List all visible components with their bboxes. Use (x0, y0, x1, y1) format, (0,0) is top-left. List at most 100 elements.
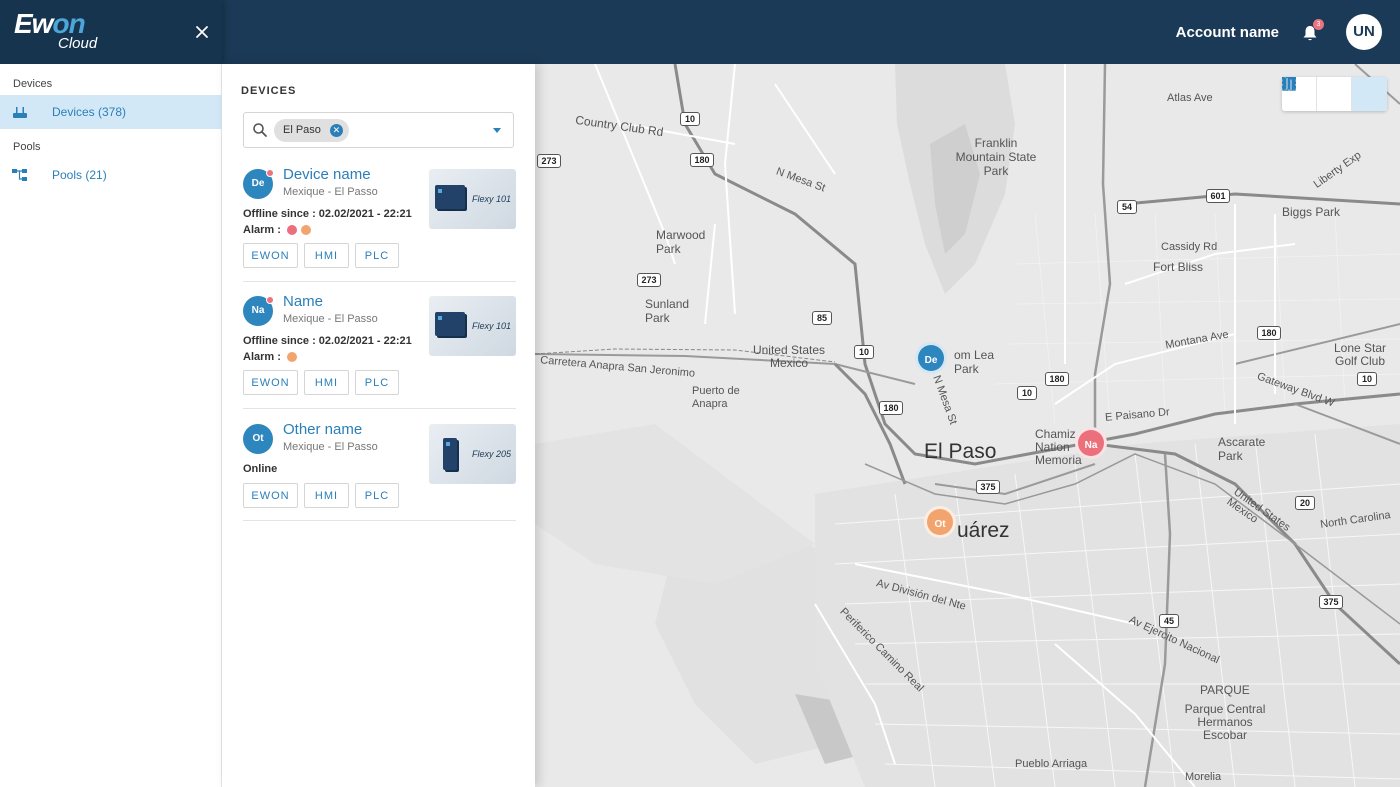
logo-sub: Cloud (58, 35, 98, 52)
highway-shield: 20 (1295, 496, 1315, 510)
device-image (435, 312, 465, 336)
remove-chip-icon[interactable]: ✕ (329, 124, 343, 137)
alarm-label: Alarm : (243, 224, 281, 236)
device-name-link[interactable]: Device name (283, 166, 371, 183)
highway-shield: 45 (1159, 614, 1179, 628)
map-label: Sunland Park (645, 297, 690, 325)
sidebar-item-label: Devices (378) (52, 105, 127, 119)
alarm-status-dot (266, 169, 274, 177)
hierarchy-icon (12, 167, 30, 183)
device-location: Mexique - El Passo (283, 313, 378, 325)
device-actions: EWON HMI PLC (243, 483, 399, 508)
devices-panel: DEVICES El Paso ✕ De Device name Mexique… (222, 64, 535, 787)
device-name-link[interactable]: Other name (283, 421, 362, 438)
highway-shield: 180 (690, 153, 714, 167)
device-thumbnail: Flexy 101 (429, 169, 516, 229)
map-label: Morelia (1185, 771, 1222, 783)
highway-shield: 54 (1117, 200, 1137, 214)
highway-shield: 10 (854, 345, 874, 359)
ewon-button[interactable]: EWON (243, 243, 298, 268)
sidebar: Devices Devices (378) Pools Pools (21) (0, 64, 222, 787)
map-marker-device[interactable]: Na (1075, 427, 1107, 459)
map-label: Franklin Mountain State Park (955, 136, 1037, 178)
map-label: Lone Star Golf Club (1333, 341, 1387, 368)
device-alarm: Alarm : (243, 224, 311, 236)
map-label: PARQUE (1200, 683, 1250, 697)
highway-shield: 375 (976, 480, 1000, 494)
device-location: Mexique - El Passo (283, 441, 378, 453)
highway-shield: 601 (1206, 189, 1230, 203)
device-status: Offline since : 02.02/2021 - 22:21 (243, 208, 412, 220)
logo-area: Ewon Cloud (0, 0, 222, 64)
map-label: Cassidy Rd (1161, 241, 1218, 253)
notification-badge: 3 (1313, 19, 1324, 30)
highway-shield: 10 (1017, 386, 1037, 400)
device-model: Flexy 101 (472, 194, 512, 204)
plc-button[interactable]: PLC (355, 370, 399, 395)
device-card: Ot Other name Mexique - El Passo Online … (243, 421, 516, 521)
close-icon[interactable] (192, 22, 212, 42)
highway-shield: 10 (680, 112, 700, 126)
list-view-button[interactable] (1282, 77, 1352, 111)
user-avatar[interactable]: UN (1346, 14, 1382, 50)
device-card: De Device name Mexique - El Passo Offlin… (243, 166, 516, 282)
search-icon (253, 123, 267, 137)
device-thumbnail: Flexy 205 (429, 424, 516, 484)
filter-chip: El Paso ✕ (274, 119, 349, 142)
view-toggle (1282, 77, 1387, 111)
map-icon (1283, 78, 1295, 90)
hmi-button[interactable]: HMI (304, 370, 349, 395)
plc-button[interactable]: PLC (355, 243, 399, 268)
device-model: Flexy 205 (472, 449, 512, 459)
map-marker-device[interactable]: De (915, 342, 947, 374)
map-label: Atlas Ave (1167, 92, 1213, 104)
sidebar-item-pools[interactable]: Pools (21) (0, 158, 222, 192)
map-label: Fort Bliss (1153, 260, 1204, 274)
device-actions: EWON HMI PLC (243, 243, 399, 268)
device-image (435, 185, 465, 209)
highway-shield: 180 (879, 401, 903, 415)
search-input[interactable]: El Paso ✕ (243, 112, 514, 148)
alarm-label: Alarm : (243, 351, 281, 363)
plc-button[interactable]: PLC (355, 483, 399, 508)
map-label-el-paso: El Paso (924, 440, 997, 463)
chevron-down-icon[interactable] (493, 128, 501, 133)
router-icon (12, 104, 30, 120)
map-label: Parque Central Hermanos Escobar (1184, 702, 1266, 742)
alarm-dot-orange (300, 225, 311, 235)
ewon-cloud-logo[interactable]: Ewon Cloud (14, 8, 98, 53)
sidebar-item-devices[interactable]: Devices (378) (0, 95, 222, 129)
highway-shield: 180 (1257, 326, 1281, 340)
highway-shield: 375 (1319, 595, 1343, 609)
map-label: Marwood Park (656, 228, 706, 256)
highway-shield: 273 (637, 273, 661, 287)
highway-shield: 180 (1045, 372, 1069, 386)
map-view-button[interactable] (1283, 77, 1387, 111)
alarm-dot-orange (286, 352, 297, 362)
logo-text: Ewon (14, 8, 86, 39)
hmi-button[interactable]: HMI (304, 243, 349, 268)
map-view[interactable]: Country Club Rd Franklin Mountain State … (535, 64, 1400, 787)
device-status: Offline since : 02.02/2021 - 22:21 (243, 335, 412, 347)
map-label: Ascarate Park (1218, 435, 1266, 463)
alarm-dot-red (286, 225, 297, 235)
device-location: Mexique - El Passo (283, 186, 378, 198)
highway-shield: 85 (812, 311, 832, 325)
account-name[interactable]: Account name (1176, 24, 1279, 41)
map-label: United States Mexico (752, 343, 826, 370)
highway-shield: 273 (537, 154, 561, 168)
ewon-button[interactable]: EWON (243, 370, 298, 395)
alarm-status-dot (266, 296, 274, 304)
device-alarm: Alarm : (243, 351, 297, 363)
filter-chip-label: El Paso (283, 124, 321, 136)
device-image (443, 438, 457, 470)
map-marker-device[interactable]: Ot (924, 506, 956, 538)
sidebar-item-label: Pools (21) (52, 168, 107, 182)
device-name-link[interactable]: Name (283, 293, 323, 310)
device-card: Na Name Mexique - El Passo Offline since… (243, 293, 516, 409)
hmi-button[interactable]: HMI (304, 483, 349, 508)
device-avatar: Ot (243, 424, 273, 454)
device-status: Online (243, 463, 278, 475)
ewon-button[interactable]: EWON (243, 483, 298, 508)
map-label: Pueblo Arriaga (1015, 758, 1088, 770)
